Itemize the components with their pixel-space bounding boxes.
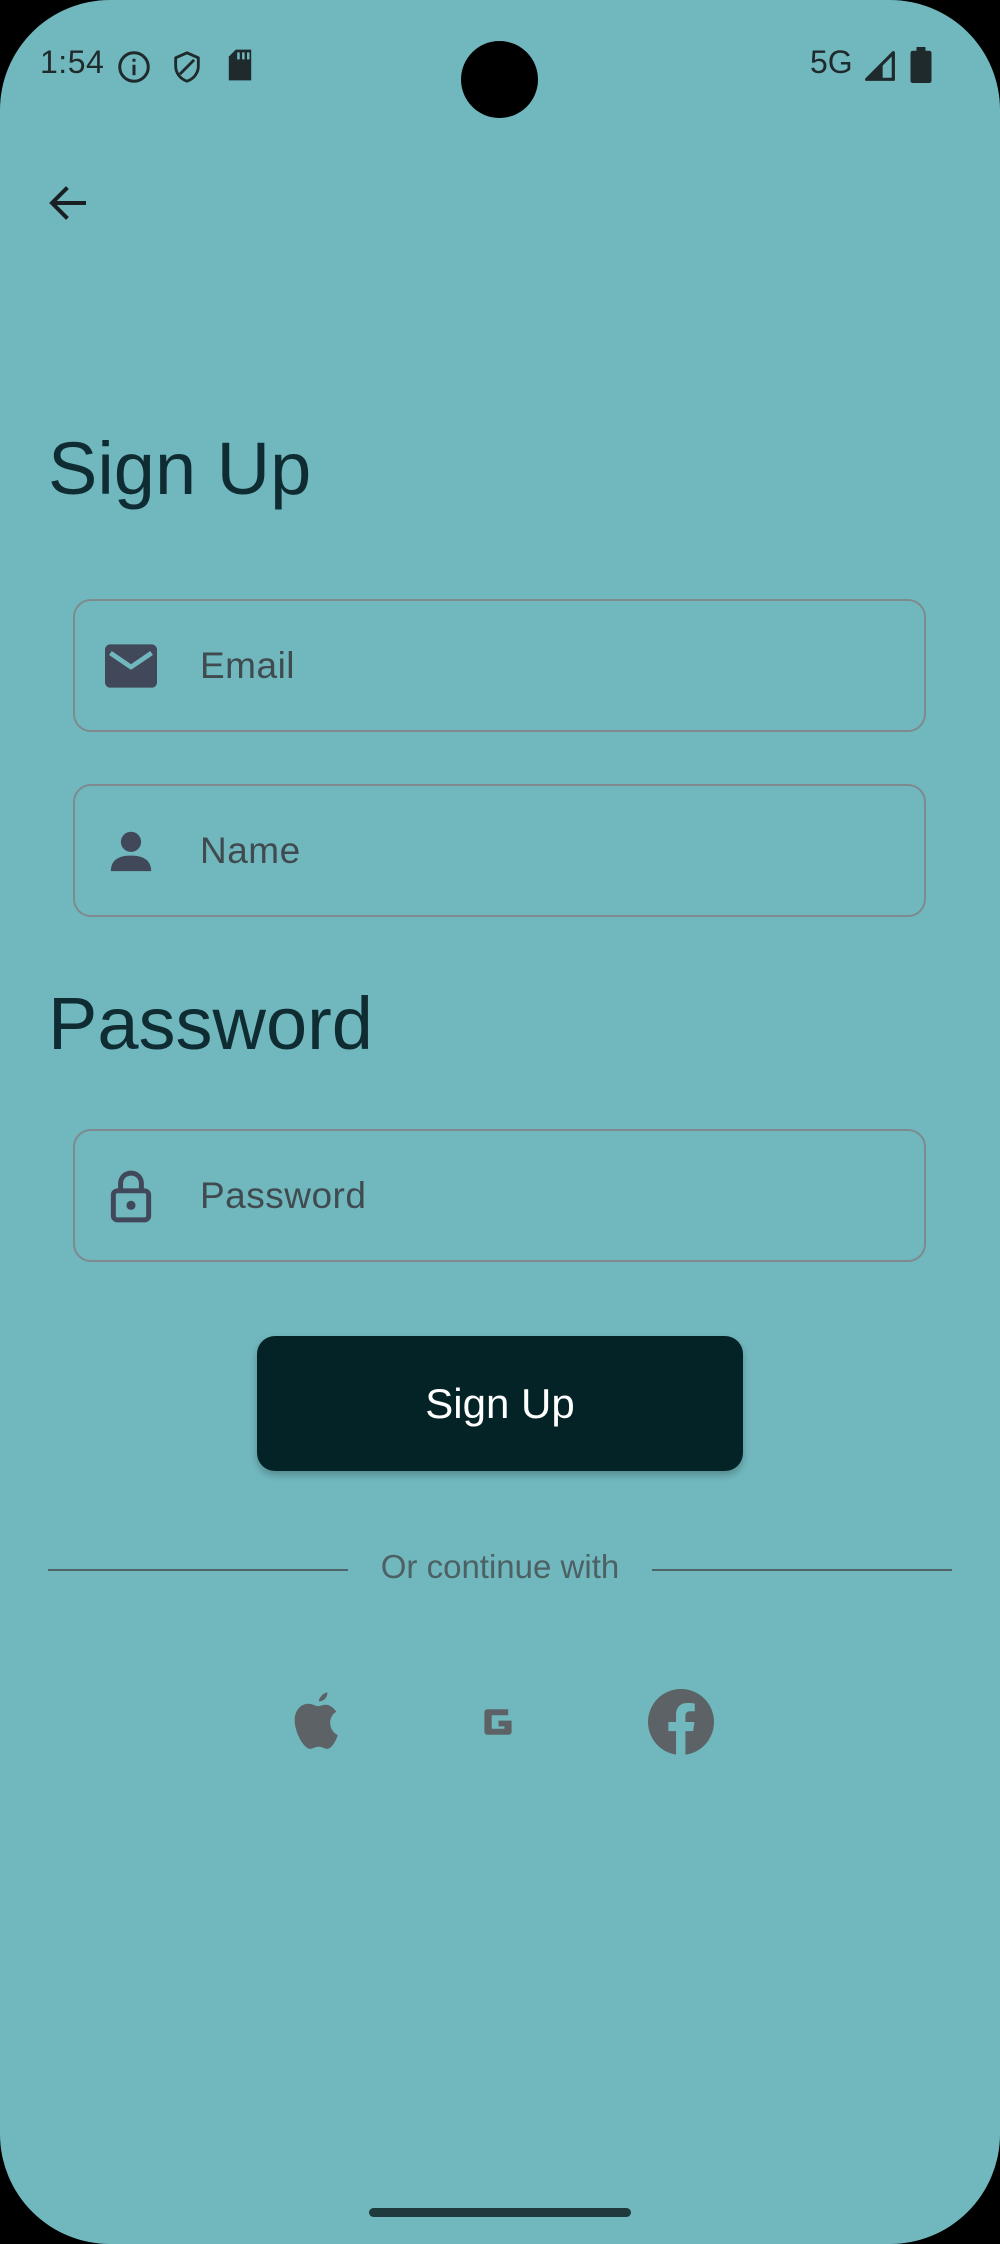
- network-type: 5G: [810, 44, 853, 80]
- mail-icon: [105, 640, 157, 692]
- info-icon: [118, 51, 150, 83]
- battery-icon: [910, 47, 932, 83]
- status-bar: 1:54 5G: [0, 0, 1000, 130]
- shield-icon: [174, 51, 200, 83]
- arrow-left-icon: [49, 186, 86, 220]
- google-login-button[interactable]: [462, 1686, 534, 1758]
- sd-card-icon: [228, 49, 252, 81]
- lock-icon: [105, 1170, 157, 1222]
- facebook-login-button[interactable]: [645, 1686, 717, 1758]
- password-title: Password: [48, 982, 373, 1065]
- signup-screen: 1:54 5G Sign Up Email Name Password Sign…: [0, 0, 1000, 2244]
- email-field[interactable]: [73, 599, 926, 732]
- password-field[interactable]: [73, 1129, 926, 1262]
- status-time: 1:54: [40, 44, 105, 80]
- home-indicator[interactable]: [369, 2208, 631, 2217]
- email-input[interactable]: [200, 635, 900, 696]
- google-icon: [484, 1709, 512, 1735]
- person-icon: [105, 825, 157, 877]
- apple-login-button[interactable]: [282, 1686, 354, 1758]
- name-field[interactable]: [73, 784, 926, 917]
- divider-text: Or continue with: [380, 1548, 620, 1585]
- name-input[interactable]: [200, 820, 900, 881]
- password-input[interactable]: [200, 1165, 900, 1226]
- divider-left: [48, 1569, 348, 1571]
- apple-icon: [294, 1692, 338, 1749]
- front-camera: [461, 41, 538, 118]
- signal-icon: [865, 51, 895, 81]
- signup-title: Sign Up: [48, 427, 312, 510]
- divider-right: [652, 1569, 952, 1571]
- back-button[interactable]: [30, 165, 106, 241]
- signup-button[interactable]: Sign Up: [257, 1336, 743, 1471]
- facebook-icon: [648, 1689, 714, 1755]
